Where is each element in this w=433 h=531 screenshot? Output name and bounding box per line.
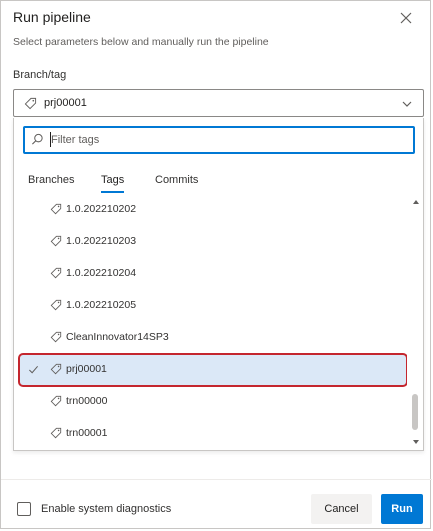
tag-icon (50, 299, 62, 311)
list-item-label: prj00001 (66, 363, 107, 375)
list-item[interactable]: trn00000 (14, 386, 407, 418)
system-diagnostics-label: Enable system diagnostics (41, 503, 172, 515)
list-item-label: trn00001 (66, 427, 108, 439)
tag-list: 1.0.202210202 1.0.202210203 1.0.20221020… (14, 194, 407, 450)
dialog-subtitle: Select parameters below and manually run… (13, 36, 269, 48)
tag-icon (50, 235, 62, 247)
list-item-label: 1.0.202210205 (66, 299, 137, 311)
list-item[interactable]: trn00001 (14, 418, 407, 450)
list-item[interactable]: 1.0.202210202 (14, 194, 407, 226)
tab-commits[interactable]: Commits (155, 174, 198, 186)
tag-icon (24, 97, 37, 110)
list-item-label: trn00000 (66, 395, 108, 407)
run-button[interactable]: Run (381, 494, 423, 524)
list-item-label: 1.0.202210202 (66, 203, 137, 215)
branch-tag-label: Branch/tag (13, 69, 67, 81)
scroll-down-icon[interactable] (413, 440, 419, 444)
list-item-label: 1.0.202210203 (66, 235, 137, 247)
tag-icon (50, 267, 62, 279)
list-item[interactable]: CleanInnovator14SP3 (14, 322, 407, 354)
cancel-button[interactable]: Cancel (311, 494, 372, 524)
dialog-title: Run pipeline (13, 9, 91, 25)
footer-divider (1, 479, 432, 480)
close-icon[interactable] (398, 10, 414, 26)
chevron-down-icon (402, 101, 412, 107)
list-item-selected[interactable]: prj00001 (18, 353, 407, 387)
branch-tag-dropdown: Branches Tags Commits 1.0.202210202 1.0.… (13, 118, 424, 451)
tag-icon (50, 395, 62, 407)
list-item-label: CleanInnovator14SP3 (66, 331, 169, 343)
tab-branches[interactable]: Branches (28, 174, 74, 186)
checkmark-icon (29, 365, 39, 374)
branch-tag-select[interactable]: prj00001 (13, 89, 424, 117)
tag-icon (50, 427, 62, 439)
filter-tags-input[interactable] (51, 131, 401, 149)
scroll-up-icon[interactable] (413, 200, 419, 204)
list-item-label: 1.0.202210204 (66, 267, 137, 279)
branch-tag-value: prj00001 (44, 97, 87, 109)
tag-icon (50, 363, 62, 375)
filter-tags-field[interactable] (23, 126, 415, 154)
list-item[interactable]: 1.0.202210205 (14, 290, 407, 322)
scrollbar-thumb[interactable] (412, 394, 418, 430)
list-item[interactable]: 1.0.202210204 (14, 258, 407, 290)
list-item[interactable]: 1.0.202210203 (14, 226, 407, 258)
run-pipeline-panel: Run pipeline Select parameters below and… (0, 0, 432, 529)
list-scrollbar[interactable] (409, 194, 423, 450)
tab-tags[interactable]: Tags (101, 174, 125, 193)
search-icon (31, 133, 43, 145)
tag-icon (50, 331, 62, 343)
system-diagnostics-checkbox[interactable] (17, 502, 31, 516)
tag-icon (50, 203, 62, 215)
